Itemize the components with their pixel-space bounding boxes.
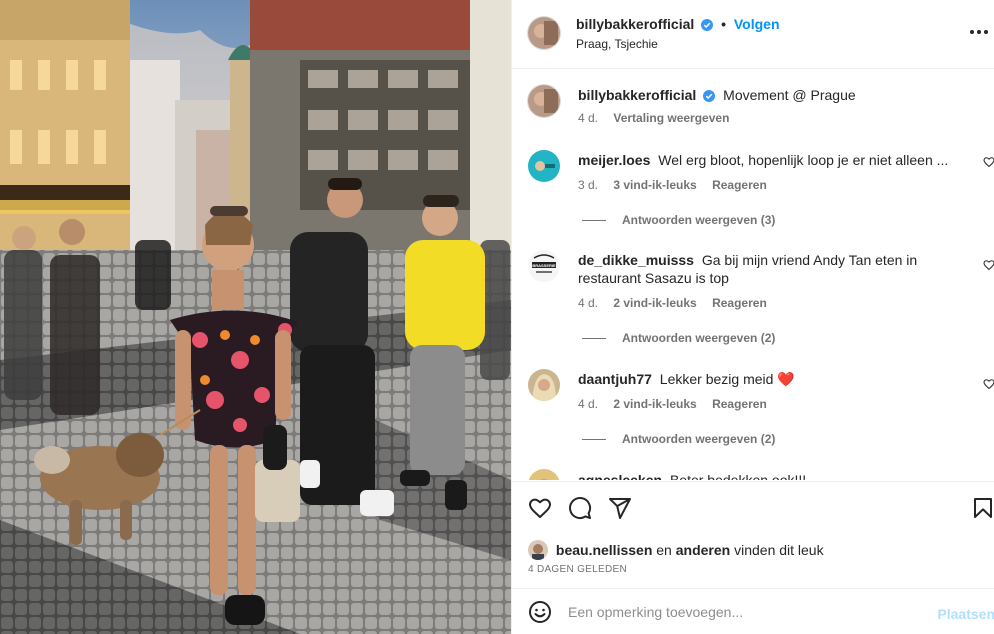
caption-time[interactable]: 4 d.: [578, 111, 598, 125]
post-date[interactable]: 4 DAGEN GELEDEN: [528, 564, 627, 575]
avatar-logo-text: BRASSERIE: [532, 263, 556, 268]
comment-item: daantjuh77 Lekker bezig meid ❤️ 4 d. 2 v…: [512, 360, 994, 460]
post-location[interactable]: Praag, Tsjechie: [576, 37, 658, 51]
commenter-avatar[interactable]: [528, 369, 560, 401]
comment-text: Beter bedekken ook!!!: [669, 472, 807, 480]
commenter-avatar[interactable]: BRASSERIE: [528, 250, 560, 282]
commenter-avatar[interactable]: [528, 469, 560, 480]
view-replies-button[interactable]: Antwoorden weergeven (2): [582, 331, 775, 345]
likes-summary: beau.nellissen en anderen vinden dit leu…: [528, 540, 824, 560]
post-caption: billybakkerofficial Movement @ Prague 4 …: [512, 70, 994, 140]
comment-like-heart-icon[interactable]: [983, 378, 994, 390]
like-heart-icon[interactable]: [528, 496, 552, 520]
comment-text-line: agnesleeken Beter bedekken ook!!!: [578, 471, 806, 480]
comment-likes-count[interactable]: 2 vind-ik-leuks: [613, 296, 696, 310]
comment-username[interactable]: de_dikke_muisss: [578, 252, 694, 268]
comment-text-line: meijer.loes Wel erg bloot, hopenlijk loo…: [578, 151, 948, 169]
comment-text: Lekker bezig meid ❤️: [659, 371, 795, 387]
comment-meta: 3 d. 3 vind-ik-leuks Reageren: [578, 178, 779, 192]
comment-like-heart-icon[interactable]: [983, 156, 994, 168]
comment-like-heart-icon[interactable]: [983, 259, 994, 271]
comment-meta: 4 d. 2 vind-ik-leuks Reageren: [578, 296, 779, 310]
comment-time[interactable]: 3 d.: [578, 178, 598, 192]
caption-meta: 4 d. Vertaling weergeven: [578, 111, 741, 125]
liker-username[interactable]: beau.nellissen: [556, 542, 652, 558]
author-avatar[interactable]: [528, 17, 560, 49]
view-replies-button[interactable]: Antwoorden weergeven (3): [582, 213, 775, 227]
more-horizontal-icon: [970, 30, 974, 34]
post-photo[interactable]: [0, 0, 511, 634]
reply-button[interactable]: Reageren: [712, 178, 767, 192]
add-comment-bar: Plaatsen: [512, 588, 994, 634]
comment-username[interactable]: meijer.loes: [578, 152, 650, 168]
more-options-button[interactable]: [967, 20, 991, 44]
post-comment-button[interactable]: Plaatsen: [937, 606, 994, 622]
emoji-icon[interactable]: [528, 600, 552, 624]
instagram-post-view: billybakkerofficial • Volgen Praag, Tsje…: [0, 0, 994, 634]
comment-text-line: de_dikke_muisss Ga bij mijn vriend Andy …: [578, 251, 953, 287]
save-bookmark-icon[interactable]: [971, 496, 994, 520]
reply-button[interactable]: Reageren: [712, 296, 767, 310]
author-username[interactable]: billybakkerofficial: [576, 16, 694, 32]
caption-author-avatar[interactable]: [528, 85, 560, 117]
verified-badge-icon: [703, 90, 716, 102]
comment-meta: 4 d. 2 vind-ik-leuks Reageren: [578, 397, 779, 411]
comment-likes-count[interactable]: 3 vind-ik-leuks: [613, 178, 696, 192]
caption-text: Movement @ Prague: [723, 87, 856, 103]
caption-username[interactable]: billybakkerofficial: [578, 87, 696, 103]
translate-link[interactable]: Vertaling weergeven: [613, 111, 729, 125]
post-header: billybakkerofficial • Volgen Praag, Tsje…: [512, 0, 994, 69]
caption-text-line: billybakkerofficial Movement @ Prague: [578, 86, 856, 104]
reply-button[interactable]: Reageren: [712, 397, 767, 411]
prague-street-photo: [0, 0, 511, 634]
follow-button[interactable]: Volgen: [734, 16, 780, 32]
view-replies-button[interactable]: Antwoorden weergeven (2): [582, 432, 775, 446]
liker-avatar[interactable]: [528, 540, 548, 560]
comment-input[interactable]: [568, 602, 928, 622]
comment-time[interactable]: 4 d.: [578, 296, 598, 310]
comment-likes-count[interactable]: 2 vind-ik-leuks: [613, 397, 696, 411]
author-avatar-image: [528, 17, 560, 49]
post-actions: beau.nellissen en anderen vinden dit leu…: [512, 481, 994, 587]
comments-list[interactable]: billybakkerofficial Movement @ Prague 4 …: [512, 70, 994, 480]
share-send-icon[interactable]: [608, 496, 632, 520]
comment-item: agnesleeken Beter bedekken ook!!!: [512, 466, 994, 480]
comment-bubble-icon[interactable]: [568, 496, 592, 520]
post-detail-panel: billybakkerofficial • Volgen Praag, Tsje…: [511, 0, 994, 634]
comment-text: Wel erg bloot, hopenlijk loop je er niet…: [658, 152, 949, 168]
comment-item: BRASSERIE de_dikke_muisss Ga bij mijn vr…: [512, 240, 994, 360]
likes-text-en: en: [656, 542, 672, 558]
comment-text-line: daantjuh77 Lekker bezig meid ❤️: [578, 370, 795, 388]
verified-badge-icon: [701, 19, 714, 31]
separator-dot: •: [721, 16, 726, 32]
likes-others-link[interactable]: anderen: [676, 542, 730, 558]
comment-username[interactable]: daantjuh77: [578, 371, 652, 387]
comment-username[interactable]: agnesleeken: [578, 472, 662, 480]
comment-time[interactable]: 4 d.: [578, 397, 598, 411]
comment-item: meijer.loes Wel erg bloot, hopenlijk loo…: [512, 140, 994, 240]
likes-text-end: vinden dit leuk: [734, 542, 824, 558]
header-line: billybakkerofficial • Volgen: [576, 16, 780, 32]
commenter-avatar[interactable]: [528, 150, 560, 182]
